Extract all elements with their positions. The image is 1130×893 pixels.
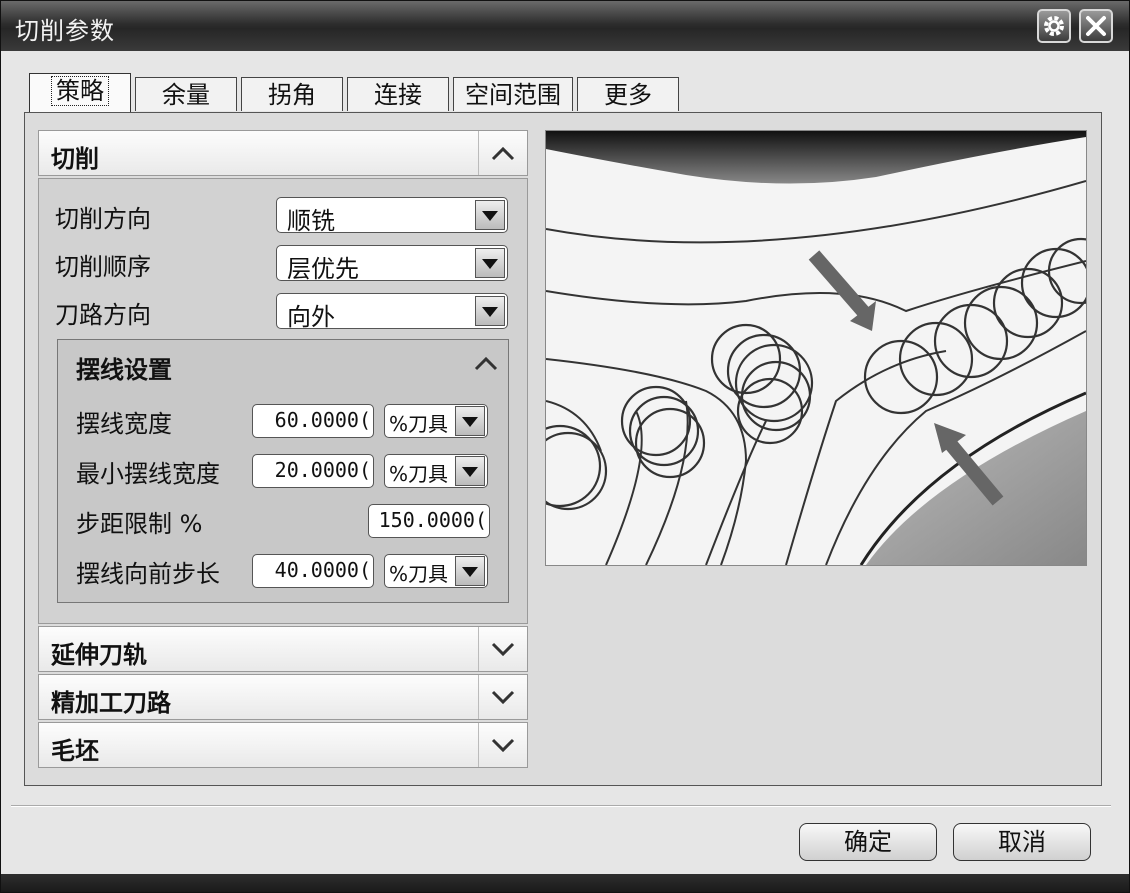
input-value: 60.0000( [274, 408, 371, 432]
dropdown-arrow-icon[interactable] [475, 248, 505, 278]
unit-value: %刀具 [389, 562, 449, 586]
tab-connections[interactable]: 连接 [347, 77, 449, 111]
input-value: 40.0000( [274, 558, 371, 582]
section-title: 延伸刀轨 [51, 641, 147, 669]
close-icon [1086, 16, 1106, 36]
dropdown-arrow-icon[interactable] [455, 456, 485, 486]
dropdown-arrow-icon[interactable] [455, 556, 485, 586]
cut-direction-select[interactable]: 顺铣 [276, 197, 508, 235]
title-bar: 切削参数 [1, 1, 1129, 51]
trochoid-forward-step-label: 摆线向前步长 [76, 560, 220, 588]
trochoid-preview-image [545, 130, 1087, 566]
cut-order-label: 切削顺序 [55, 253, 151, 281]
section-title: 切削 [51, 145, 99, 173]
close-button[interactable] [1079, 9, 1113, 43]
chevron-up-icon[interactable] [478, 131, 527, 175]
dropdown-arrow-icon[interactable] [475, 296, 505, 326]
trochoid-width-unit-select[interactable]: %刀具 [384, 404, 488, 438]
section-cut-body: 切削方向 顺铣 切削顺序 层优先 刀路方向 向外 摆线设置 摆线宽度 60.00… [38, 178, 528, 624]
chevron-down-icon[interactable] [478, 675, 527, 719]
button-separator [11, 805, 1111, 807]
chevron-down-icon[interactable] [478, 723, 527, 767]
chevron-up-icon[interactable] [474, 352, 498, 377]
window-title: 切削参数 [15, 17, 115, 45]
group-title: 摆线设置 [76, 356, 172, 384]
tab-containment[interactable]: 空间范围 [453, 77, 573, 111]
section-blank-header[interactable]: 毛坯 [38, 722, 528, 768]
stepover-limit-input[interactable]: 150.0000( [368, 504, 490, 538]
stepover-limit-label: 步距限制 % [76, 510, 203, 538]
tab-strategy[interactable]: 策略 [29, 73, 131, 113]
tab-more[interactable]: 更多 [577, 77, 679, 111]
min-trochoid-width-input[interactable]: 20.0000( [252, 454, 374, 488]
tab-stock[interactable]: 余量 [135, 77, 237, 111]
path-direction-label: 刀路方向 [55, 301, 151, 329]
input-value: 20.0000( [274, 458, 371, 482]
select-value: 顺铣 [287, 207, 335, 235]
trochoid-settings-group: 摆线设置 摆线宽度 60.0000( %刀具 最小摆线宽度 20.0000(%… [57, 339, 509, 603]
window-bottom-bar [1, 874, 1129, 892]
unit-value: %刀具 [389, 462, 449, 486]
trochoid-settings-header[interactable]: 摆线设置 [58, 340, 508, 392]
chevron-down-icon[interactable] [478, 627, 527, 671]
section-title: 毛坯 [51, 737, 99, 765]
select-value: 层优先 [287, 255, 359, 283]
gear-icon [1044, 16, 1064, 36]
dropdown-arrow-icon[interactable] [475, 200, 505, 230]
trochoid-forward-step-unit-select[interactable]: %刀具 [384, 554, 488, 588]
settings-button[interactable] [1037, 9, 1071, 43]
cut-direction-label: 切削方向 [55, 205, 151, 233]
tab-label: 策略 [51, 76, 109, 106]
input-value: 150.0000( [378, 508, 487, 532]
trochoid-width-input[interactable]: 60.0000( [252, 404, 374, 438]
cancel-button[interactable]: 取消 [953, 823, 1091, 861]
trochoid-width-label: 摆线宽度 [76, 410, 172, 438]
trochoid-forward-step-input[interactable]: 40.0000( [252, 554, 374, 588]
dropdown-arrow-icon[interactable] [455, 406, 485, 436]
parameters-column: 切削 切削方向 顺铣 切削顺序 层优先 刀路方向 向外 摆线设置 摆线宽度 60… [38, 130, 528, 772]
cut-parameters-dialog: 切削参数 策略 余量 拐角 连接 空间范围 更多 切削 切削方向 顺铣 切削顺序… [0, 0, 1130, 893]
tab-corners[interactable]: 拐角 [241, 77, 343, 111]
min-trochoid-width-label: 最小摆线宽度 [76, 460, 220, 488]
section-extend-path-header[interactable]: 延伸刀轨 [38, 626, 528, 672]
unit-value: %刀具 [389, 412, 449, 436]
section-cut-header[interactable]: 切削 [38, 130, 528, 176]
path-direction-select[interactable]: 向外 [276, 293, 508, 331]
cut-order-select[interactable]: 层优先 [276, 245, 508, 283]
ok-button[interactable]: 确定 [799, 823, 937, 861]
min-trochoid-width-unit-select[interactable]: %刀具 [384, 454, 488, 488]
select-value: 向外 [287, 303, 335, 331]
section-finish-passes-header[interactable]: 精加工刀路 [38, 674, 528, 720]
section-title: 精加工刀路 [51, 689, 171, 717]
